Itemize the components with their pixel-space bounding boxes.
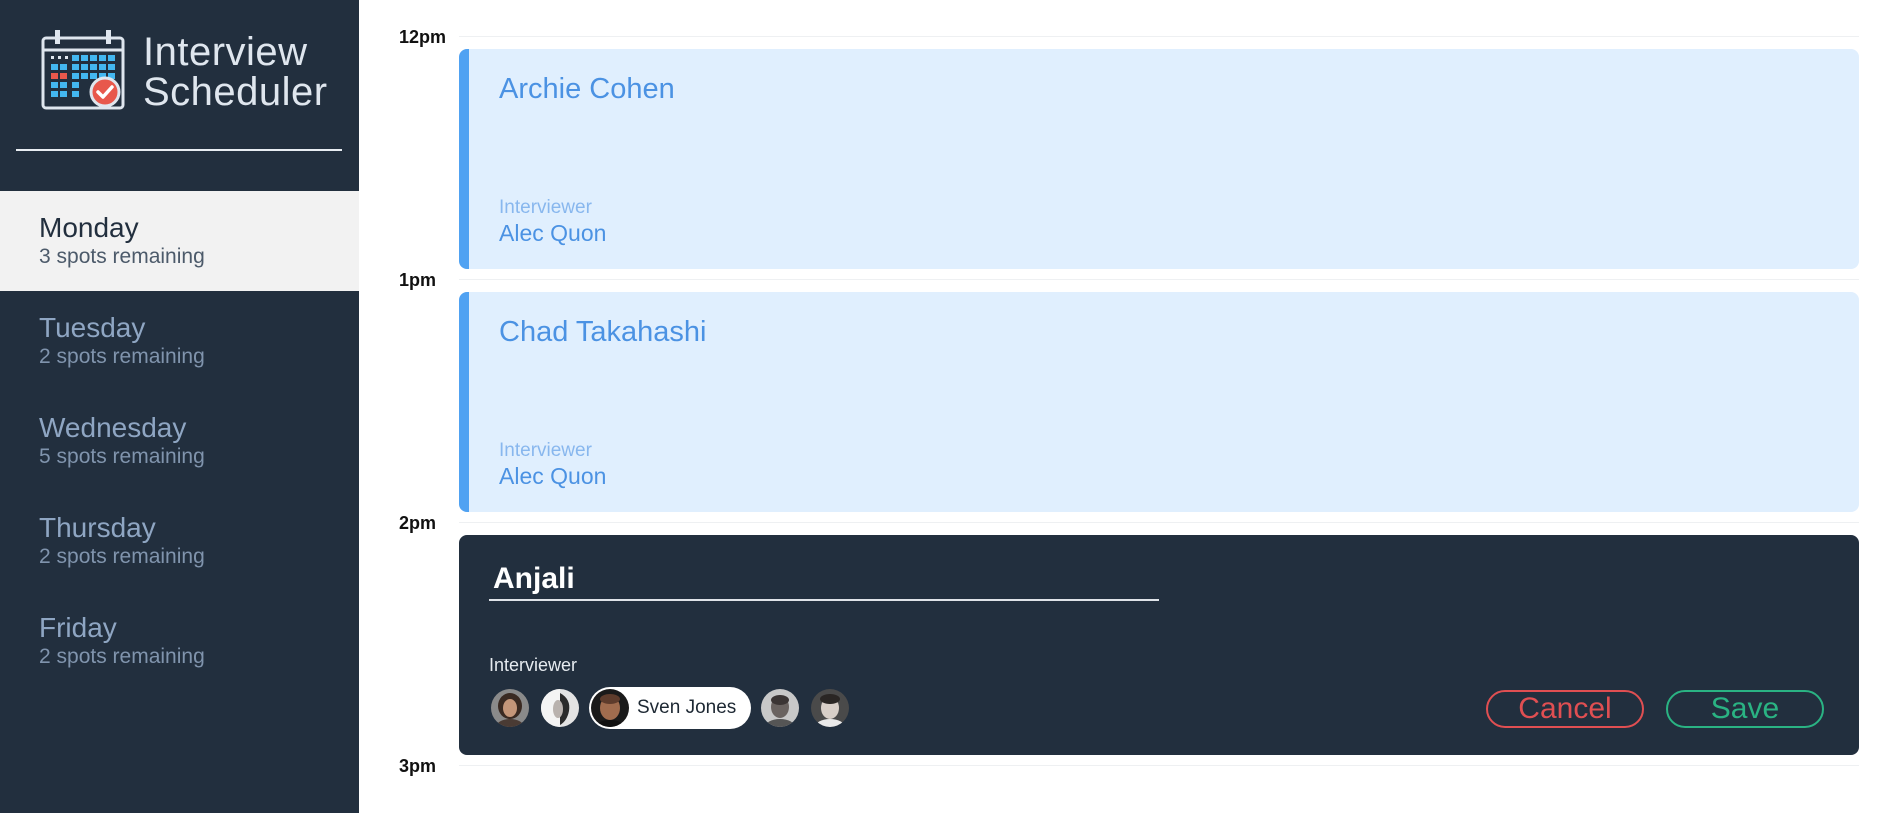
day-name: Friday [39, 612, 117, 643]
time-label: 3pm [399, 756, 437, 776]
appointment-interviewer: Alec Quon [499, 463, 607, 489]
day-name: Tuesday [39, 312, 146, 343]
slot-divider [459, 279, 1859, 280]
day-item-tuesday[interactable]: Tuesday 2 spots remaining [0, 291, 359, 391]
save-button[interactable]: Save [1666, 690, 1824, 728]
time-label: 2pm [399, 513, 437, 533]
brand: Interview Scheduler [41, 30, 351, 112]
appointment-interviewer-label: Interviewer [499, 440, 592, 461]
interviewer-option[interactable] [489, 687, 531, 729]
appointment-student: Chad Takahashi [499, 316, 707, 348]
appointment-card[interactable]: Chad Takahashi Interviewer Alec Quon [459, 292, 1859, 512]
day-item-monday[interactable]: Monday 3 spots remaining [0, 191, 359, 291]
day-spots: 2 spots remaining [39, 345, 205, 368]
interviewer-list-label: Interviewer [489, 655, 578, 675]
appointment-card[interactable]: Archie Cohen Interviewer Alec Quon [459, 49, 1859, 269]
appointment-student: Archie Cohen [499, 73, 675, 105]
slot-divider [459, 522, 1859, 523]
avatar [491, 689, 529, 727]
selected-interviewer-name: Sven Jones [637, 697, 737, 718]
slot-divider [459, 36, 1859, 37]
day-list: Monday 3 spots remaining Tuesday 2 spots… [0, 191, 359, 691]
interviewer-option[interactable] [809, 687, 851, 729]
calendar-check-icon [41, 30, 125, 110]
slot-divider [459, 765, 1859, 766]
day-item-thursday[interactable]: Thursday 2 spots remaining [0, 491, 359, 591]
time-label: 12pm [399, 27, 447, 47]
app-title-line-1: Interview [143, 30, 308, 74]
appointment-interviewer-label: Interviewer [499, 197, 592, 218]
day-spots: 2 spots remaining [39, 545, 205, 568]
day-name: Monday [39, 212, 139, 243]
avatar [591, 689, 629, 727]
day-spots: 2 spots remaining [39, 645, 205, 668]
day-item-wednesday[interactable]: Wednesday 5 spots remaining [0, 391, 359, 491]
interviewer-option-selected[interactable]: Sven Jones [589, 687, 751, 729]
avatar [761, 689, 799, 727]
sidebar-divider [16, 149, 342, 151]
day-item-friday[interactable]: Friday 2 spots remaining [0, 591, 359, 691]
sidebar: Interview Scheduler Monday 3 spots remai… [0, 0, 359, 813]
day-name: Wednesday [39, 412, 187, 443]
app-title-line-2: Scheduler [143, 70, 328, 114]
day-name: Thursday [39, 512, 156, 543]
avatar [541, 689, 579, 727]
student-name-input[interactable] [489, 559, 1159, 601]
app-title: Interview Scheduler [143, 32, 328, 112]
day-spots: 5 spots remaining [39, 445, 205, 468]
avatar [811, 689, 849, 727]
appointment-form: Interviewer [459, 535, 1859, 755]
appointment-interviewer: Alec Quon [499, 220, 607, 246]
interviewer-option[interactable] [759, 687, 801, 729]
cancel-button[interactable]: Cancel [1486, 690, 1644, 728]
day-spots: 3 spots remaining [39, 245, 205, 268]
interviewer-option[interactable] [539, 687, 581, 729]
time-label: 1pm [399, 270, 437, 290]
